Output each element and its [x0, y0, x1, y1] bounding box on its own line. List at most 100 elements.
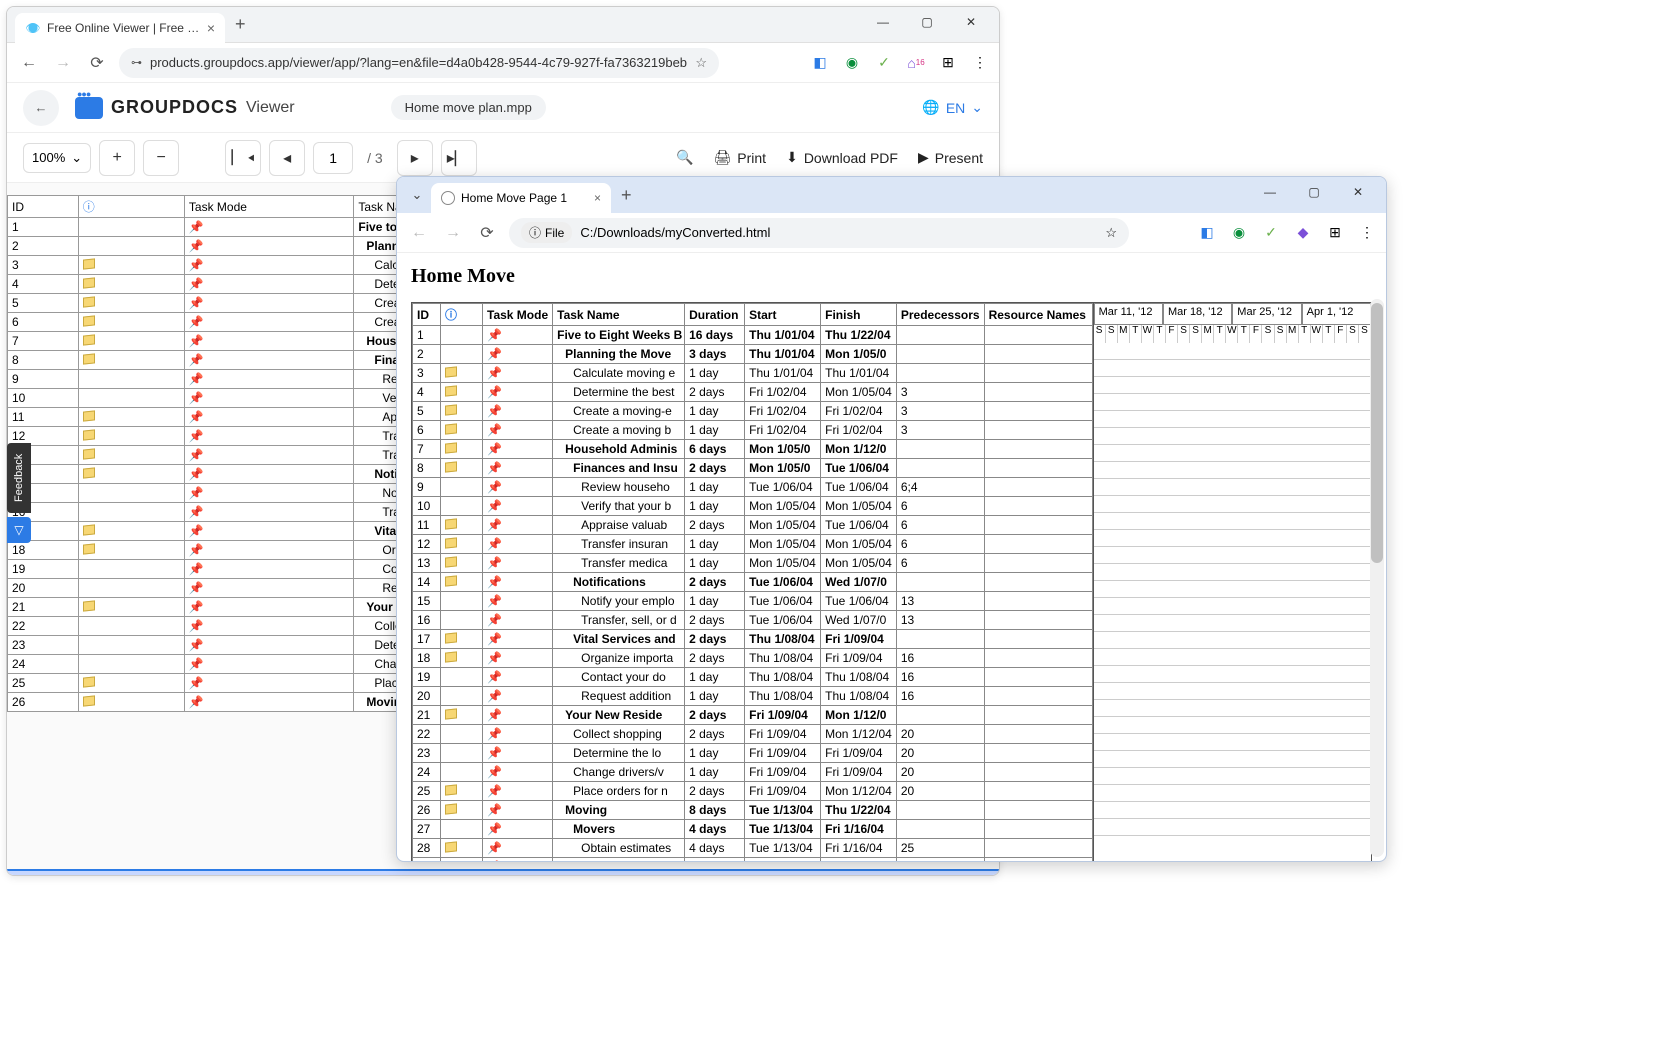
reload-icon[interactable]: ⟳: [475, 221, 499, 245]
table-row[interactable]: 21📌Your New Reside2 daysFri 1/09/04Mon 1…: [413, 706, 1093, 725]
table-row[interactable]: 19📌Contact your do1 dayThu 1/08/04Thu 1/…: [413, 668, 1093, 687]
ext-icon[interactable]: ✓: [1262, 224, 1280, 242]
table-row[interactable]: 27📌Movers4 daysTue 1/13/04Fri 1/16/04: [413, 820, 1093, 839]
reload-icon[interactable]: ⟳: [85, 51, 109, 75]
browser-tab[interactable]: 👁 Free Online Viewer | Free Grou… ×: [15, 13, 225, 43]
table-row[interactable]: 29📌Request referen1 dayTue 1/13/04Tue 1/…: [413, 858, 1093, 862]
first-page-button[interactable]: ⎸◂: [225, 140, 261, 176]
table-row[interactable]: 11📌Appraise valuab2 daysMon 1/05/04Tue 1…: [413, 516, 1093, 535]
close-icon[interactable]: ✕: [1336, 177, 1380, 207]
scrollbar-thumb[interactable]: [1371, 303, 1383, 563]
download-button[interactable]: ⬇ Download PDF: [786, 149, 898, 166]
maximize-icon[interactable]: ▢: [905, 7, 949, 37]
close-icon[interactable]: ✕: [949, 7, 993, 37]
table-row[interactable]: 14📌Notifications2 daysTue 1/06/04Wed 1/0…: [413, 573, 1093, 592]
table-row[interactable]: 7📌Household Adminis6 daysMon 1/05/0Mon 1…: [413, 440, 1093, 459]
search-button[interactable]: 🔍: [676, 149, 693, 166]
table-row[interactable]: 12📌Transfer insuran1 dayMon 1/05/04Mon 1…: [413, 535, 1093, 554]
file-chip[interactable]: Home move plan.mpp: [391, 95, 546, 120]
app-back-button[interactable]: ←: [23, 90, 59, 126]
forward-icon[interactable]: →: [441, 221, 465, 245]
bookmark-icon[interactable]: ☆: [695, 55, 707, 71]
close-icon[interactable]: ×: [207, 20, 215, 36]
column-header[interactable]: Finish: [821, 304, 897, 326]
column-header[interactable]: Task Mode: [483, 304, 553, 326]
column-header[interactable]: ID: [8, 196, 79, 218]
table-row[interactable]: 8📌Finances and Insu2 daysMon 1/05/0Tue 1…: [413, 459, 1093, 478]
menu-icon[interactable]: ⋮: [1358, 224, 1376, 242]
filter-tab[interactable]: ▽: [7, 517, 31, 543]
ext-icon[interactable]: ⌂16: [907, 54, 925, 72]
print-button[interactable]: 🖨 Print: [714, 149, 767, 166]
next-page-button[interactable]: ▸: [397, 140, 433, 176]
column-header[interactable]: Task Name: [553, 304, 685, 326]
table-row[interactable]: 25📌Place orders for n2 daysFri 1/09/04Mo…: [413, 782, 1093, 801]
column-header[interactable]: ⓘ: [441, 304, 483, 326]
table-row[interactable]: 24📌Change drivers/v1 dayFri 1/09/04Fri 1…: [413, 763, 1093, 782]
last-page-button[interactable]: ▸⎸: [441, 140, 477, 176]
minimize-icon[interactable]: —: [1248, 177, 1292, 207]
table-row[interactable]: 17📌Vital Services and2 daysThu 1/08/04Fr…: [413, 630, 1093, 649]
table-row[interactable]: 4📌Determine the best2 daysFri 1/02/04Mon…: [413, 383, 1093, 402]
table-row[interactable]: 2📌Planning the Move3 daysThu 1/01/04Mon …: [413, 345, 1093, 364]
ext-icon[interactable]: ◆: [1294, 224, 1312, 242]
language-selector[interactable]: 🌐 EN ⌄: [922, 99, 983, 116]
extensions-icon[interactable]: ⊞: [939, 54, 957, 72]
column-header[interactable]: Start: [745, 304, 821, 326]
minimize-icon[interactable]: —: [861, 7, 905, 37]
table-row[interactable]: 28📌Obtain estimates4 daysTue 1/13/04Fri …: [413, 839, 1093, 858]
ext-icon[interactable]: ◉: [1230, 224, 1248, 242]
site-settings-icon[interactable]: ⊶: [131, 56, 142, 69]
column-header[interactable]: Duration: [685, 304, 745, 326]
forward-icon[interactable]: →: [51, 51, 75, 75]
cell-finish: Fri 1/02/04: [821, 421, 897, 440]
maximize-icon[interactable]: ▢: [1292, 177, 1336, 207]
present-button[interactable]: ▶ Present: [918, 149, 983, 166]
table-row[interactable]: 23📌Determine the lo1 dayFri 1/09/04Fri 1…: [413, 744, 1093, 763]
table-row[interactable]: 20📌Request addition1 dayThu 1/08/04Thu 1…: [413, 687, 1093, 706]
new-tab-button[interactable]: +: [611, 185, 642, 206]
table-row[interactable]: 22📌Collect shopping2 daysFri 1/09/04Mon …: [413, 725, 1093, 744]
column-header[interactable]: Resource Names: [984, 304, 1092, 326]
close-icon[interactable]: ×: [594, 191, 601, 205]
table-row[interactable]: 3📌Calculate moving e1 dayThu 1/01/04Thu …: [413, 364, 1093, 383]
column-header[interactable]: ⓘ: [78, 196, 184, 218]
feedback-tab[interactable]: Feedback: [7, 443, 31, 513]
url-input[interactable]: ⊶ products.groupdocs.app/viewer/app/?lan…: [119, 48, 719, 78]
scrollbar-horizontal[interactable]: [7, 869, 999, 875]
extensions-icon[interactable]: ⊞: [1326, 224, 1344, 242]
task-mode-icon: 📌: [189, 600, 204, 614]
back-icon[interactable]: ←: [17, 51, 41, 75]
ext-icon[interactable]: ◧: [1198, 224, 1216, 242]
bookmark-icon[interactable]: ☆: [1105, 225, 1117, 241]
column-header[interactable]: Task Mode: [184, 196, 353, 218]
ext-icon[interactable]: ◉: [843, 54, 861, 72]
zoom-out-button[interactable]: −: [143, 140, 179, 176]
table-row[interactable]: 6📌Create a moving b1 dayFri 1/02/04Fri 1…: [413, 421, 1093, 440]
table-row[interactable]: 16📌Transfer, sell, or d2 daysTue 1/06/04…: [413, 611, 1093, 630]
table-row[interactable]: 13📌Transfer medica1 dayMon 1/05/04Mon 1/…: [413, 554, 1093, 573]
ext-icon[interactable]: ✓: [875, 54, 893, 72]
table-row[interactable]: 18📌Organize importa2 daysThu 1/08/04Fri …: [413, 649, 1093, 668]
prev-page-button[interactable]: ◂: [269, 140, 305, 176]
cell-predecessors: 20: [896, 744, 984, 763]
scrollbar-vertical[interactable]: [1370, 299, 1384, 857]
column-header[interactable]: ID: [413, 304, 441, 326]
tab-search-icon[interactable]: ⌄: [403, 181, 431, 209]
page-input[interactable]: [313, 142, 353, 174]
zoom-in-button[interactable]: +: [99, 140, 135, 176]
table-row[interactable]: 9📌Review househo1 dayTue 1/06/04Tue 1/06…: [413, 478, 1093, 497]
url-input[interactable]: ⓘ File C:/Downloads/myConverted.html ☆: [509, 218, 1129, 248]
zoom-select[interactable]: 100% ⌄: [23, 143, 91, 173]
new-tab-button[interactable]: +: [225, 14, 256, 35]
table-row[interactable]: 26📌Moving8 daysTue 1/13/04Thu 1/22/04: [413, 801, 1093, 820]
table-row[interactable]: 1📌Five to Eight Weeks B16 daysThu 1/01/0…: [413, 326, 1093, 345]
menu-icon[interactable]: ⋮: [971, 54, 989, 72]
ext-icon[interactable]: ◧: [811, 54, 829, 72]
table-row[interactable]: 15📌Notify your emplo1 dayTue 1/06/04Tue …: [413, 592, 1093, 611]
back-icon[interactable]: ←: [407, 221, 431, 245]
table-row[interactable]: 5📌Create a moving-e1 dayFri 1/02/04Fri 1…: [413, 402, 1093, 421]
column-header[interactable]: Predecessors: [896, 304, 984, 326]
table-row[interactable]: 10📌Verify that your b1 dayMon 1/05/04Mon…: [413, 497, 1093, 516]
browser-tab[interactable]: Home Move Page 1 ×: [431, 183, 611, 213]
